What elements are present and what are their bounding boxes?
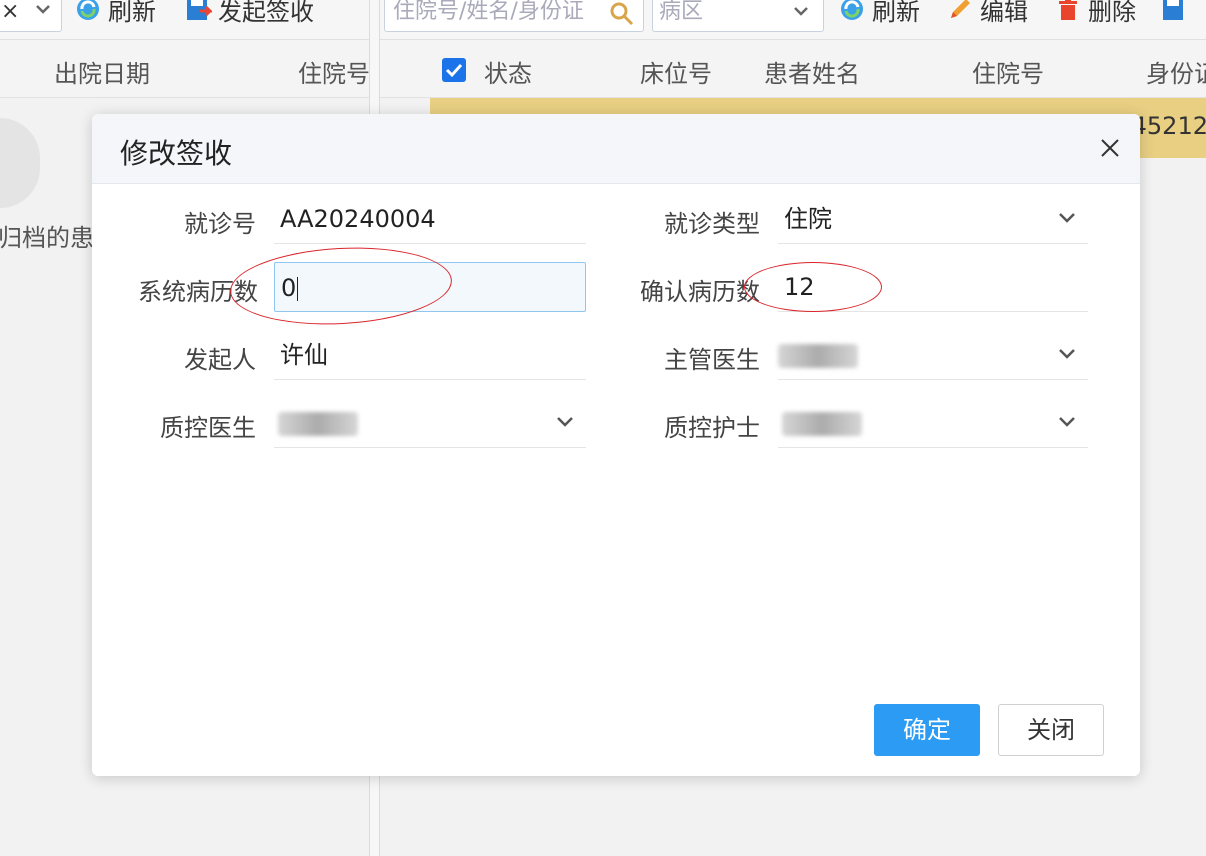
attending-doctor-label: 主管医生 xyxy=(664,346,760,374)
confirm-button[interactable]: 确定 xyxy=(874,704,980,756)
redacted-value xyxy=(278,412,358,436)
right-refresh-label: 刷新 xyxy=(872,0,920,26)
select-all-checkbox[interactable] xyxy=(442,58,466,82)
left-refresh-label: 刷新 xyxy=(108,0,156,26)
qc-nurse-label: 质控护士 xyxy=(664,414,760,442)
ward-placeholder: 病区 xyxy=(659,0,704,24)
confirmed-records-input[interactable]: 12 xyxy=(778,262,1088,312)
chevron-down-icon xyxy=(794,7,808,16)
chevron-down-icon xyxy=(36,5,50,14)
qc-doctor-select[interactable] xyxy=(274,398,586,448)
initiator-field[interactable]: 许仙 xyxy=(274,330,586,380)
redacted-value xyxy=(782,412,862,436)
right-toolbar: 住院号/姓名/身份证 病区 刷新 编辑 删除 xyxy=(380,0,1206,40)
right-export-button[interactable] xyxy=(1160,0,1194,26)
visit-type-label: 就诊类型 xyxy=(664,210,760,238)
edit-button[interactable]: 编辑 xyxy=(946,0,1028,26)
left-filter-value: × xyxy=(1,0,20,24)
qc-doctor-label: 质控医生 xyxy=(160,414,256,442)
pencil-icon xyxy=(951,0,970,18)
search-input[interactable]: 住院号/姓名/身份证 xyxy=(384,0,644,32)
left-grid-header: 出院日期 住院号 xyxy=(0,40,370,98)
redacted-value xyxy=(778,344,858,368)
trash-icon xyxy=(1059,0,1077,20)
column-header-discharge-date[interactable]: 出院日期 xyxy=(54,54,150,89)
right-refresh-button[interactable]: 刷新 xyxy=(838,0,920,26)
left-filter-select[interactable]: × xyxy=(0,0,62,32)
system-records-value: 0 xyxy=(281,274,297,302)
ward-select[interactable]: 病区 xyxy=(652,0,824,32)
refresh-icon xyxy=(841,0,863,20)
left-toolbar: × 刷新 发起签收 xyxy=(0,0,369,40)
save-export-icon xyxy=(187,0,212,20)
dialog-title: 修改签收 xyxy=(120,137,233,170)
confirmed-records-value: 12 xyxy=(784,273,815,301)
column-header-bed-no[interactable]: 床位号 xyxy=(640,54,712,89)
initiate-sign-button[interactable]: 发起签收 xyxy=(184,0,314,26)
row-id-card-cell: 45212 xyxy=(1131,112,1206,140)
attending-doctor-select[interactable] xyxy=(778,330,1088,380)
initiator-label: 发起人 xyxy=(184,346,256,374)
visit-no-label: 就诊号 xyxy=(184,210,256,238)
chevron-down-icon xyxy=(1059,417,1075,427)
check-icon xyxy=(445,63,463,78)
chevron-down-icon xyxy=(1059,349,1075,359)
search-icon xyxy=(610,2,634,26)
chevron-down-icon xyxy=(1059,213,1075,223)
visit-no-value: AA20240004 xyxy=(280,205,436,233)
visit-no-field[interactable]: AA20240004 xyxy=(274,194,586,244)
delete-button[interactable]: 删除 xyxy=(1054,0,1136,26)
column-header-id-card[interactable]: 身份证 xyxy=(1146,54,1206,89)
edit-label: 编辑 xyxy=(980,0,1028,26)
column-header-status[interactable]: 状态 xyxy=(484,54,532,89)
initiator-value: 许仙 xyxy=(280,341,328,369)
visit-type-select[interactable]: 住院 xyxy=(778,194,1088,244)
right-grid-header: 状态 床位号 患者姓名 住院号 身份证 xyxy=(380,40,1206,98)
chevron-down-icon xyxy=(557,417,573,427)
edit-sign-dialog: 修改签收 就诊号 AA20240004 就诊类型 住院 系统病历数 0 确认病历… xyxy=(92,114,1140,776)
system-records-label: 系统病历数 xyxy=(138,278,258,306)
close-icon[interactable] xyxy=(1098,136,1122,160)
text-caret xyxy=(297,277,299,301)
column-header-patient-name[interactable]: 患者姓名 xyxy=(764,54,860,89)
empty-state-icon xyxy=(0,118,40,208)
refresh-icon xyxy=(77,0,99,20)
column-header-admission-no[interactable]: 住院号 xyxy=(972,54,1044,89)
system-records-input[interactable]: 0 xyxy=(274,262,586,312)
delete-label: 删除 xyxy=(1088,0,1136,26)
dialog-header: 修改签收 xyxy=(92,114,1140,184)
left-refresh-button[interactable]: 刷新 xyxy=(74,0,156,26)
search-placeholder: 住院号/姓名/身份证 xyxy=(393,0,584,24)
column-header-admission-no[interactable]: 住院号 xyxy=(298,54,370,89)
visit-type-value: 住院 xyxy=(784,205,832,233)
qc-nurse-select[interactable] xyxy=(778,398,1088,448)
confirmed-records-label: 确认病历数 xyxy=(640,278,760,306)
close-button[interactable]: 关闭 xyxy=(998,704,1104,756)
save-export-icon xyxy=(1163,0,1183,20)
initiate-sign-label: 发起签收 xyxy=(218,0,314,26)
